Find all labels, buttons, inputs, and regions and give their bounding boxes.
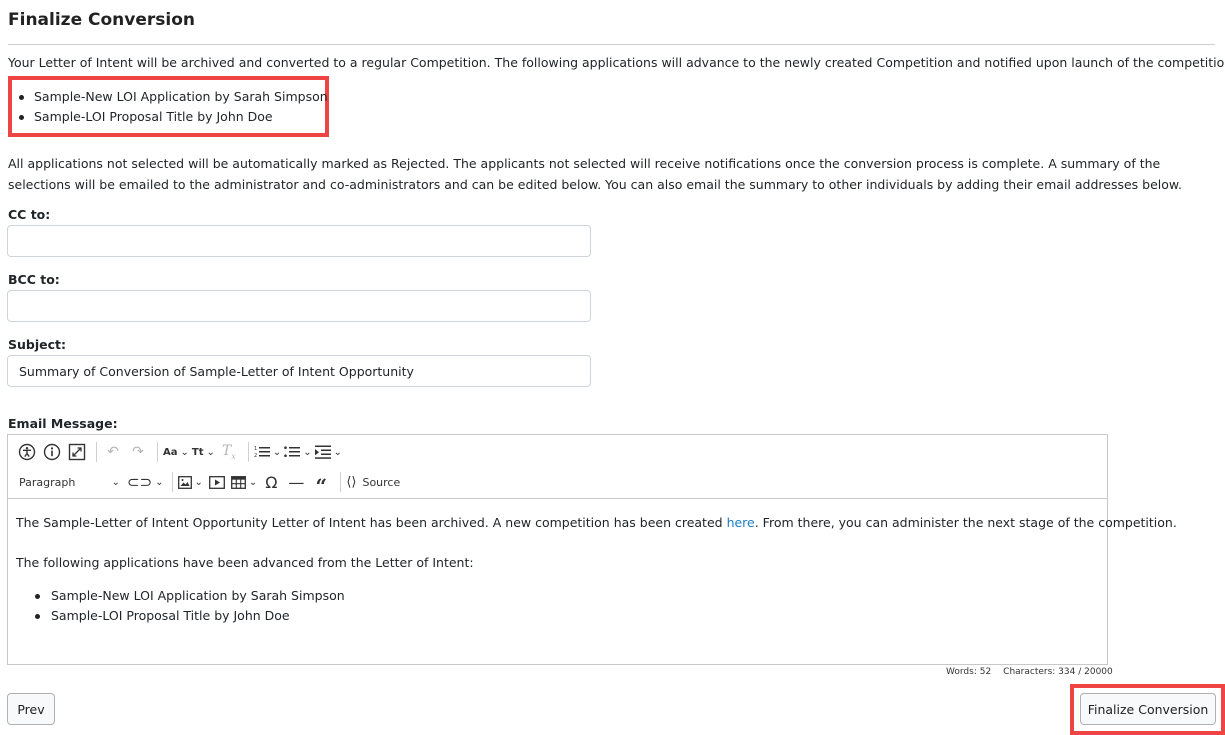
- editor-toolbar: ↶ ↷ Aa ⌄ Tt ⌄ Tx 12 ⌄ ⌄ ⌄ Paragraph ⌄ ⊂⊃…: [8, 435, 1107, 499]
- redo-icon[interactable]: ↷: [127, 439, 149, 465]
- link-icon: ⊂⊃: [127, 473, 153, 491]
- accessibility-icon[interactable]: [16, 439, 38, 465]
- chevron-down-icon: ⌄: [272, 446, 282, 458]
- numbered-list-icon: 12: [254, 446, 270, 459]
- indent-dropdown[interactable]: ⌄: [314, 439, 343, 465]
- prev-button[interactable]: Prev: [7, 693, 55, 725]
- finalize-conversion-button[interactable]: Finalize Conversion: [1080, 693, 1216, 725]
- toolbar-separator: [96, 442, 97, 462]
- list-item: Sample-New LOI Application by Sarah Simp…: [14, 87, 328, 107]
- font-size-label: Aa: [163, 446, 178, 458]
- characters-count: Characters: 334 / 20000: [1003, 667, 1113, 677]
- indent-icon: [314, 445, 331, 459]
- editor-text: The Sample-Letter of Intent Opportunity …: [16, 515, 727, 530]
- applications-list: Sample-New LOI Application by Sarah Simp…: [14, 87, 328, 127]
- fullscreen-icon[interactable]: [66, 439, 88, 465]
- list-item: Sample-LOI Proposal Title by John Doe: [14, 107, 328, 127]
- rejection-notice: All applications not selected will be au…: [8, 156, 1182, 192]
- horizontal-line-icon[interactable]: —: [285, 469, 307, 495]
- table-icon: [230, 475, 246, 489]
- font-size-dropdown[interactable]: Aa ⌄: [163, 439, 189, 465]
- toolbar-row-1: ↶ ↷ Aa ⌄ Tt ⌄ Tx 12 ⌄ ⌄ ⌄: [16, 437, 345, 467]
- editor-paragraph: The Sample-Letter of Intent Opportunity …: [16, 513, 1177, 533]
- bcc-label: BCC to:: [8, 272, 60, 287]
- toolbar-separator: [171, 472, 173, 492]
- toolbar-separator: [340, 472, 342, 492]
- toolbar-separator: [157, 442, 158, 462]
- subject-label: Subject:: [8, 337, 66, 352]
- toolbar-separator: [247, 442, 249, 462]
- undo-icon[interactable]: ↶: [102, 439, 124, 465]
- table-dropdown[interactable]: ⌄: [230, 469, 258, 495]
- special-characters-icon[interactable]: Ω: [260, 469, 282, 495]
- words-count: Words: 52: [946, 667, 992, 677]
- cc-label: CC to:: [8, 207, 51, 222]
- svg-text:1: 1: [254, 446, 257, 452]
- title-divider: [8, 44, 1215, 45]
- editor-text: . From there, you can administer the nex…: [754, 515, 1177, 530]
- heading-select[interactable]: Paragraph ⌄: [16, 469, 124, 495]
- chevron-down-icon: ⌄: [206, 446, 215, 458]
- chevron-down-icon: ⌄: [111, 476, 120, 488]
- text-style-dropdown[interactable]: Tt ⌄: [192, 439, 215, 465]
- remove-format-icon[interactable]: Tx: [218, 439, 240, 465]
- media-embed-icon[interactable]: [206, 469, 228, 495]
- intro-text: Your Letter of Intent will be archived a…: [8, 55, 1225, 70]
- chevron-down-icon: ⌄: [333, 446, 343, 458]
- chevron-down-icon: ⌄: [155, 476, 164, 488]
- email-message-label: Email Message:: [8, 416, 118, 431]
- word-count: Words: 52 Characters: 334 / 20000: [946, 667, 1125, 677]
- bulleted-list-icon: [284, 446, 301, 457]
- svg-text:2: 2: [254, 453, 257, 459]
- numbered-list-dropdown[interactable]: 12 ⌄: [254, 439, 281, 465]
- chevron-down-icon: ⌄: [248, 476, 258, 488]
- image-dropdown[interactable]: ⌄: [177, 469, 203, 495]
- text-style-label: Tt: [191, 446, 204, 458]
- list-item: Sample-New LOI Application by Sarah Simp…: [30, 586, 1099, 606]
- rich-text-editor: ↶ ↷ Aa ⌄ Tt ⌄ Tx 12 ⌄ ⌄ ⌄ Paragraph ⌄ ⊂⊃…: [7, 434, 1177, 665]
- page-title: Finalize Conversion: [8, 10, 195, 30]
- cc-input[interactable]: [7, 225, 591, 257]
- source-label: Source: [362, 475, 401, 489]
- chevron-down-icon: ⌄: [194, 476, 203, 488]
- editor-content[interactable]: The Sample-Letter of Intent Opportunity …: [8, 499, 1177, 626]
- block-quote-icon[interactable]: “: [310, 469, 332, 498]
- toolbar-row-2: Paragraph ⌄ ⊂⊃ ⌄ ⌄ ⌄ Ω — “ ⟨⟩ Source: [16, 467, 403, 498]
- link-dropdown[interactable]: ⊂⊃ ⌄: [127, 469, 164, 495]
- chevron-down-icon: ⌄: [303, 446, 312, 458]
- bcc-input[interactable]: [7, 290, 591, 322]
- heading-value: Paragraph: [19, 475, 76, 489]
- subject-input[interactable]: [7, 355, 591, 387]
- list-item: Sample-LOI Proposal Title by John Doe: [30, 606, 1099, 626]
- image-icon: [177, 475, 192, 489]
- source-icon: ⟨⟩: [346, 474, 357, 490]
- chevron-down-icon: ⌄: [180, 446, 189, 458]
- editor-paragraph: The following applications have been adv…: [16, 555, 474, 570]
- editor-list: Sample-New LOI Application by Sarah Simp…: [16, 586, 1099, 626]
- info-icon[interactable]: [41, 439, 63, 465]
- competition-link[interactable]: here: [727, 515, 755, 530]
- source-button[interactable]: ⟨⟩ Source: [346, 469, 400, 495]
- bulleted-list-dropdown[interactable]: ⌄: [284, 439, 312, 465]
